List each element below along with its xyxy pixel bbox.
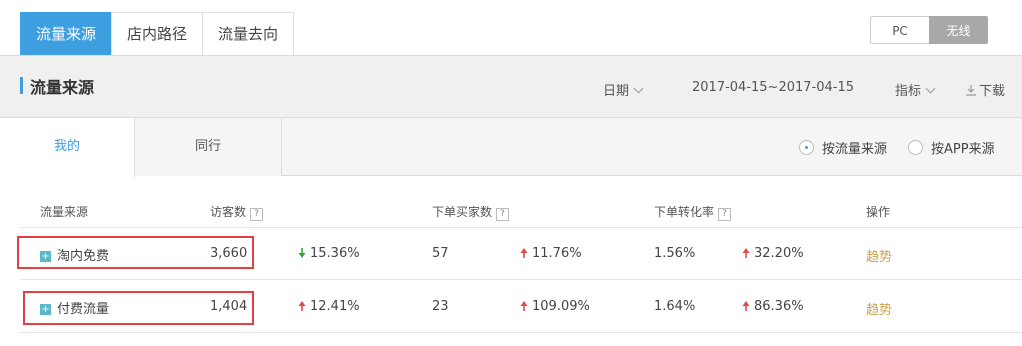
radio-by-source[interactable]: 按流量来源 (799, 138, 887, 157)
help-icon[interactable]: ? (718, 208, 732, 221)
download-label: 下载 (979, 84, 1006, 99)
download-button[interactable]: 下载 (965, 80, 1005, 99)
table-row-source[interactable]: + 淘内免费 (40, 245, 109, 264)
arrow-down-icon (298, 248, 306, 258)
top-tabs: 流量来源 店内路径 流量去向 (20, 12, 295, 55)
page-title: 流量来源 (30, 78, 95, 97)
col-header-buyers: 下单买家数? (432, 203, 510, 221)
col-header-conversion: 下单转化率? (654, 203, 732, 221)
divider (20, 332, 1022, 333)
change-value: 109.09% (532, 299, 590, 314)
help-icon[interactable]: ? (250, 208, 264, 221)
radio-unchecked-icon (908, 140, 923, 155)
change-value: 86.36% (754, 299, 804, 314)
chevron-down-icon (633, 83, 644, 94)
wireless-button[interactable]: 无线 (929, 16, 988, 44)
source-name: 淘内免费 (57, 249, 110, 264)
visitors-value: 3,660 (210, 246, 248, 261)
metric-dropdown[interactable]: 指标 (895, 80, 936, 99)
help-icon[interactable]: ? (496, 208, 510, 221)
trend-link[interactable]: 趋势 (866, 246, 892, 265)
divider (20, 227, 1022, 228)
visitors-change: 12.41% (298, 299, 360, 314)
date-range: 2017-04-15~2017-04-15 (692, 80, 854, 95)
change-value: 32.20% (754, 246, 804, 261)
tab-traffic-source[interactable]: 流量来源 (20, 12, 113, 55)
buyers-value: 23 (432, 299, 449, 314)
table-row-source[interactable]: + 付费流量 (40, 298, 109, 317)
conversion-change: 86.36% (742, 299, 804, 314)
radio-label: 按流量来源 (822, 142, 888, 157)
change-value: 12.41% (310, 299, 360, 314)
conversion-change: 32.20% (742, 246, 804, 261)
col-label: 访客数 (210, 205, 247, 219)
buyers-change: 11.76% (520, 246, 582, 261)
header-bar (0, 55, 1022, 118)
col-header-action: 操作 (866, 205, 891, 219)
change-value: 15.36% (310, 246, 360, 261)
col-label: 下单转化率 (654, 205, 715, 219)
download-icon (966, 85, 976, 96)
arrow-up-icon (520, 301, 528, 311)
expand-icon[interactable]: + (40, 251, 51, 262)
radio-checked-icon (799, 140, 814, 155)
metric-label: 指标 (895, 84, 922, 99)
expand-icon[interactable]: + (40, 304, 51, 315)
tab-traffic-destination[interactable]: 流量去向 (202, 12, 295, 55)
visitors-change: 15.36% (298, 246, 360, 261)
date-dropdown[interactable]: 日期 (603, 80, 644, 99)
buyers-change: 109.09% (520, 299, 590, 314)
change-value: 11.76% (532, 246, 582, 261)
conversion-value: 1.56% (654, 246, 696, 261)
tab-mine[interactable]: 我的 (0, 118, 135, 177)
tab-store-path[interactable]: 店内路径 (111, 12, 204, 55)
pc-button[interactable]: PC (870, 16, 929, 44)
date-label: 日期 (603, 84, 630, 99)
trend-link[interactable]: 趋势 (866, 299, 892, 318)
arrow-up-icon (742, 248, 750, 258)
arrow-up-icon (520, 248, 528, 258)
tab-peer[interactable]: 同行 (135, 118, 282, 176)
col-header-visitors: 访客数? (210, 203, 264, 221)
chevron-down-icon (925, 83, 936, 94)
visitors-value: 1,404 (210, 299, 248, 314)
divider (20, 279, 1022, 280)
conversion-value: 1.64% (654, 299, 696, 314)
radio-label: 按APP来源 (931, 142, 995, 157)
buyers-value: 57 (432, 246, 449, 261)
col-header-source: 流量来源 (40, 205, 89, 219)
arrow-up-icon (298, 301, 306, 311)
radio-by-app[interactable]: 按APP来源 (908, 138, 995, 157)
device-toggle: PC 无线 (870, 16, 988, 44)
source-name: 付费流量 (57, 302, 110, 317)
title-accent (20, 77, 23, 94)
arrow-up-icon (742, 301, 750, 311)
col-label: 下单买家数 (432, 205, 493, 219)
